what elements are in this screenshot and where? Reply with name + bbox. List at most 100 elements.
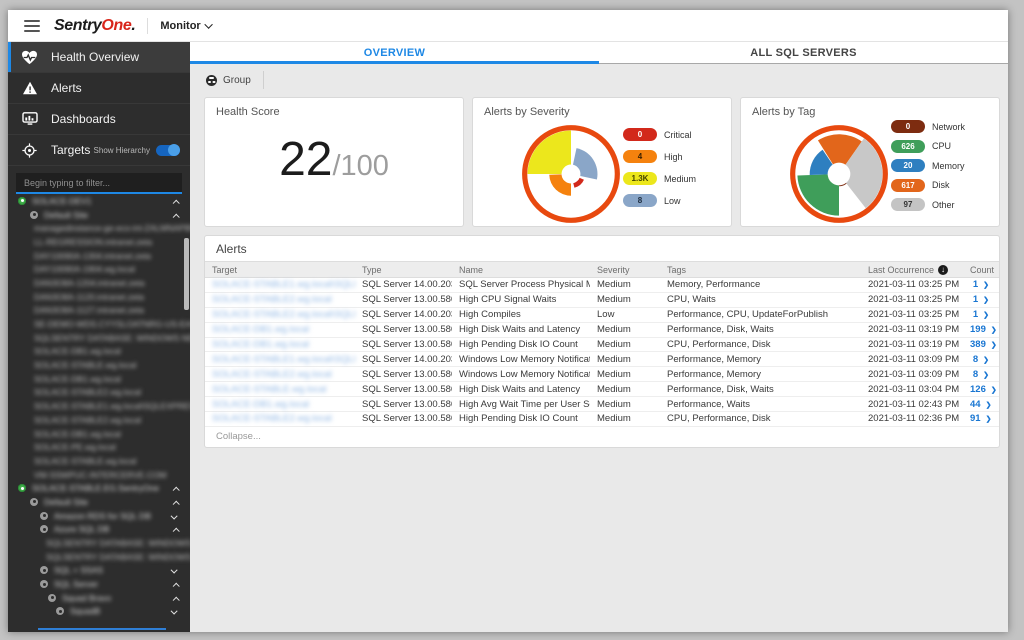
legend-item-medium[interactable]: 1.3K Medium <box>623 172 696 185</box>
legend-item-critical[interactable]: 0 Critical <box>623 128 696 141</box>
tab-all-sql-servers[interactable]: ALL SQL SERVERS <box>599 42 1008 63</box>
sidebar-item-alerts[interactable]: Alerts <box>8 73 190 104</box>
tree-target-item[interactable]: DAN3O8A-1204.intranet.zeta <box>8 276 190 290</box>
severity-rose-chart[interactable] <box>519 122 623 226</box>
legend-item-high[interactable]: 4 High <box>623 150 696 163</box>
tree-target-item[interactable]: SOLACE-PE.wg.local <box>8 440 190 454</box>
legend-item-disk[interactable]: 617 Disk <box>891 178 965 192</box>
show-hierarchy-toggle[interactable] <box>156 144 180 156</box>
hamburger-menu-icon[interactable] <box>24 17 40 35</box>
tree-target-item[interactable]: SOLACE-DB1.wg.local <box>8 427 190 441</box>
column-header-tags[interactable]: Tags <box>660 265 861 275</box>
tag-rose-chart[interactable] <box>787 122 891 226</box>
chevron-right-icon: ❯ <box>983 297 989 305</box>
sidebar-item-dashboards[interactable]: Dashboards <box>8 104 190 135</box>
tree-group-item[interactable]: Default Site <box>8 208 190 222</box>
alert-count-link[interactable]: 1 ❯ <box>963 294 999 305</box>
alert-row[interactable]: SOLACE-STABLE2.wg.local\SQLEXPRESS SQL Se… <box>205 308 999 323</box>
alert-count-link[interactable]: 126 ❯ <box>963 384 999 395</box>
tree-target-item[interactable]: SOLACE-STABLE2.wg.local <box>8 386 190 400</box>
tree-group-item[interactable]: Squad Bravo <box>8 591 190 605</box>
tree-group-item[interactable]: SOLACE-STABLE.EG.SentryOne <box>8 481 190 495</box>
alert-row[interactable]: SOLACE-STABLE2.wg.local SQL Server 13.00.… <box>205 293 999 308</box>
alert-count-link[interactable]: 389 ❯ <box>963 339 999 350</box>
chevron-right-icon: ❯ <box>985 416 992 424</box>
tree-target-item[interactable]: SQLSENTRY DATABASE: WINDOWS NET%SQLS... <box>8 550 190 564</box>
alert-row[interactable]: SOLACE-STABLE1.wg.local\SQLEXPRESS SQL Se… <box>205 352 999 368</box>
alert-target-link[interactable]: SOLACE-DB1.wg.local <box>205 324 355 335</box>
alert-target-link[interactable]: SOLACE-STABLE2.wg.local <box>205 413 355 424</box>
targets-filter-input[interactable] <box>16 173 182 194</box>
tree-target-item[interactable]: VM-SSWPUC-INTERCERVE.COM <box>8 468 190 482</box>
tree-group-item[interactable]: Default Site <box>8 495 190 509</box>
tree-target-item[interactable]: DAY10090A-1904.wg.local <box>8 262 190 276</box>
alert-target-link[interactable]: SOLACE-STABLE2.wg.local <box>205 369 355 380</box>
monitor-menu[interactable]: Monitor <box>160 20 213 32</box>
column-header-count[interactable]: Count <box>963 265 999 275</box>
tree-target-item[interactable]: SOLACE-STABLE2.wg.local <box>8 413 190 427</box>
tree-item-label: SOLACE-STABLE.EG.SentryOne <box>32 483 159 494</box>
tree-target-item[interactable]: SOLACE-STABLE1.wg.local\SQLEXPRESS <box>8 399 190 413</box>
alert-row[interactable]: SOLACE-STABLE2.wg.local SQL Server 13.00.… <box>205 412 999 427</box>
tree-group-item[interactable]: Amazon RDS for SQL DB <box>8 509 190 523</box>
tree-group-item[interactable]: SquadB <box>8 605 190 619</box>
alert-count-link[interactable]: 199 ❯ <box>963 324 999 335</box>
legend-item-network[interactable]: 0 Network <box>891 120 965 133</box>
tree-group-item[interactable]: SOLACE-DEV1 <box>8 194 190 208</box>
alert-target-link[interactable]: SOLACE-STABLE.wg.local <box>205 384 355 395</box>
sidebar-item-health-overview[interactable]: Health Overview <box>8 42 190 73</box>
tree-target-item[interactable]: SOLACE-DB1.wg.local <box>8 372 190 386</box>
tree-group-item[interactable]: Azure SQL DB <box>8 523 190 537</box>
column-header-name[interactable]: Name <box>452 265 590 275</box>
tree-horizontal-scrollbar[interactable] <box>38 628 166 630</box>
column-header-last-occurrence[interactable]: Last Occurrence ↓ <box>861 264 963 275</box>
alert-row[interactable]: SOLACE-STABLE1.wg.local\SQLEXPRESS SQL Se… <box>205 278 999 293</box>
watched-group-icon <box>18 484 26 493</box>
legend-item-memory[interactable]: 20 Memory <box>891 159 965 172</box>
collapse-link[interactable]: Collapse... <box>205 427 999 447</box>
tree-target-item[interactable]: managedinstance-ge-eco-int-ZALMNAPBNL.da… <box>8 221 190 235</box>
alert-row[interactable]: SOLACE-STABLE2.wg.local SQL Server 13.00.… <box>205 367 999 383</box>
legend-item-other[interactable]: 97 Other <box>891 198 965 211</box>
tree-target-item[interactable]: SOLACE-STABLE.wg.local <box>8 358 190 372</box>
tree-target-item[interactable]: SE-DEMO-WDS.CYYSLOATNRG-US-EAST-2-RDS.A <box>8 317 190 331</box>
legend-item-cpu[interactable]: 626 CPU <box>891 139 965 153</box>
alert-count-link[interactable]: 8 ❯ <box>963 354 999 365</box>
chevron-down-icon[interactable] <box>170 602 178 620</box>
tree-target-item[interactable]: DAN3O8A-1120.intranet.zeta <box>8 290 190 304</box>
tree-target-item[interactable]: SOLACE-DB1.wg.local <box>8 345 190 359</box>
alert-target-link[interactable]: SOLACE-STABLE2.wg.local\SQLEXPRESS <box>205 309 355 320</box>
column-header-severity[interactable]: Severity <box>590 265 660 275</box>
alert-target-link[interactable]: SOLACE-STABLE1.wg.local\SQLEXPRESS <box>205 279 355 290</box>
legend-item-low[interactable]: 8 Low <box>623 194 696 207</box>
sidebar-item-targets[interactable]: Targets Show Hierarchy <box>8 135 190 166</box>
sort-descending-icon[interactable]: ↓ <box>938 264 949 275</box>
tree-target-item[interactable]: DAN3O8A-1127.intranet.zeta <box>8 304 190 318</box>
column-header-target[interactable]: Target <box>205 265 355 275</box>
alert-target-link[interactable]: SOLACE-DB1.wg.local <box>205 339 355 350</box>
column-header-type[interactable]: Type <box>355 265 452 275</box>
group-button[interactable]: Group <box>204 71 264 89</box>
tree-item-label: VM-SSWPUC-INTERCERVE.COM <box>34 469 167 480</box>
alert-count-link[interactable]: 91 ❯ <box>963 413 999 424</box>
alert-count-link[interactable]: 8 ❯ <box>963 369 999 380</box>
alert-target-link[interactable]: SOLACE-DB1.wg.local <box>205 399 355 410</box>
tree-scrollbar-thumb[interactable] <box>184 238 189 310</box>
tree-target-item[interactable]: DAY10090A-1304.intranet.zeta <box>8 249 190 263</box>
tree-group-item[interactable]: SQL Server <box>8 577 190 591</box>
alert-target-link[interactable]: SOLACE-STABLE2.wg.local <box>205 294 355 305</box>
alert-row[interactable]: SOLACE-STABLE.wg.local SQL Server 13.00.5… <box>205 382 999 398</box>
tree-group-item[interactable]: SQL + SSAS <box>8 564 190 578</box>
alert-count-link[interactable]: 1 ❯ <box>963 309 999 320</box>
tab-overview[interactable]: OVERVIEW <box>190 42 599 63</box>
alert-row[interactable]: SOLACE-DB1.wg.local SQL Server 13.00.5865… <box>205 397 999 413</box>
alert-row[interactable]: SOLACE-DB1.wg.local SQL Server 13.00.5865… <box>205 323 999 338</box>
tree-target-item[interactable]: SOLACE-STABLE.wg.local <box>8 454 190 468</box>
tree-target-item[interactable]: LL-REGRESSION.intranet.zeta <box>8 235 190 249</box>
tree-target-item[interactable]: SQLSENTRY DATABASE: WINDOWS NET%SQLS... <box>8 536 190 550</box>
alert-count-link[interactable]: 1 ❯ <box>963 279 999 290</box>
tree-target-item[interactable]: SQLSENTRY DATABASE: WINDOWS NET%SQLSe1 <box>8 331 190 345</box>
alert-row[interactable]: SOLACE-DB1.wg.local SQL Server 13.00.5865… <box>205 338 999 353</box>
alert-count-link[interactable]: 44 ❯ <box>963 399 999 410</box>
alert-target-link[interactable]: SOLACE-STABLE1.wg.local\SQLEXPRESS <box>205 354 355 365</box>
